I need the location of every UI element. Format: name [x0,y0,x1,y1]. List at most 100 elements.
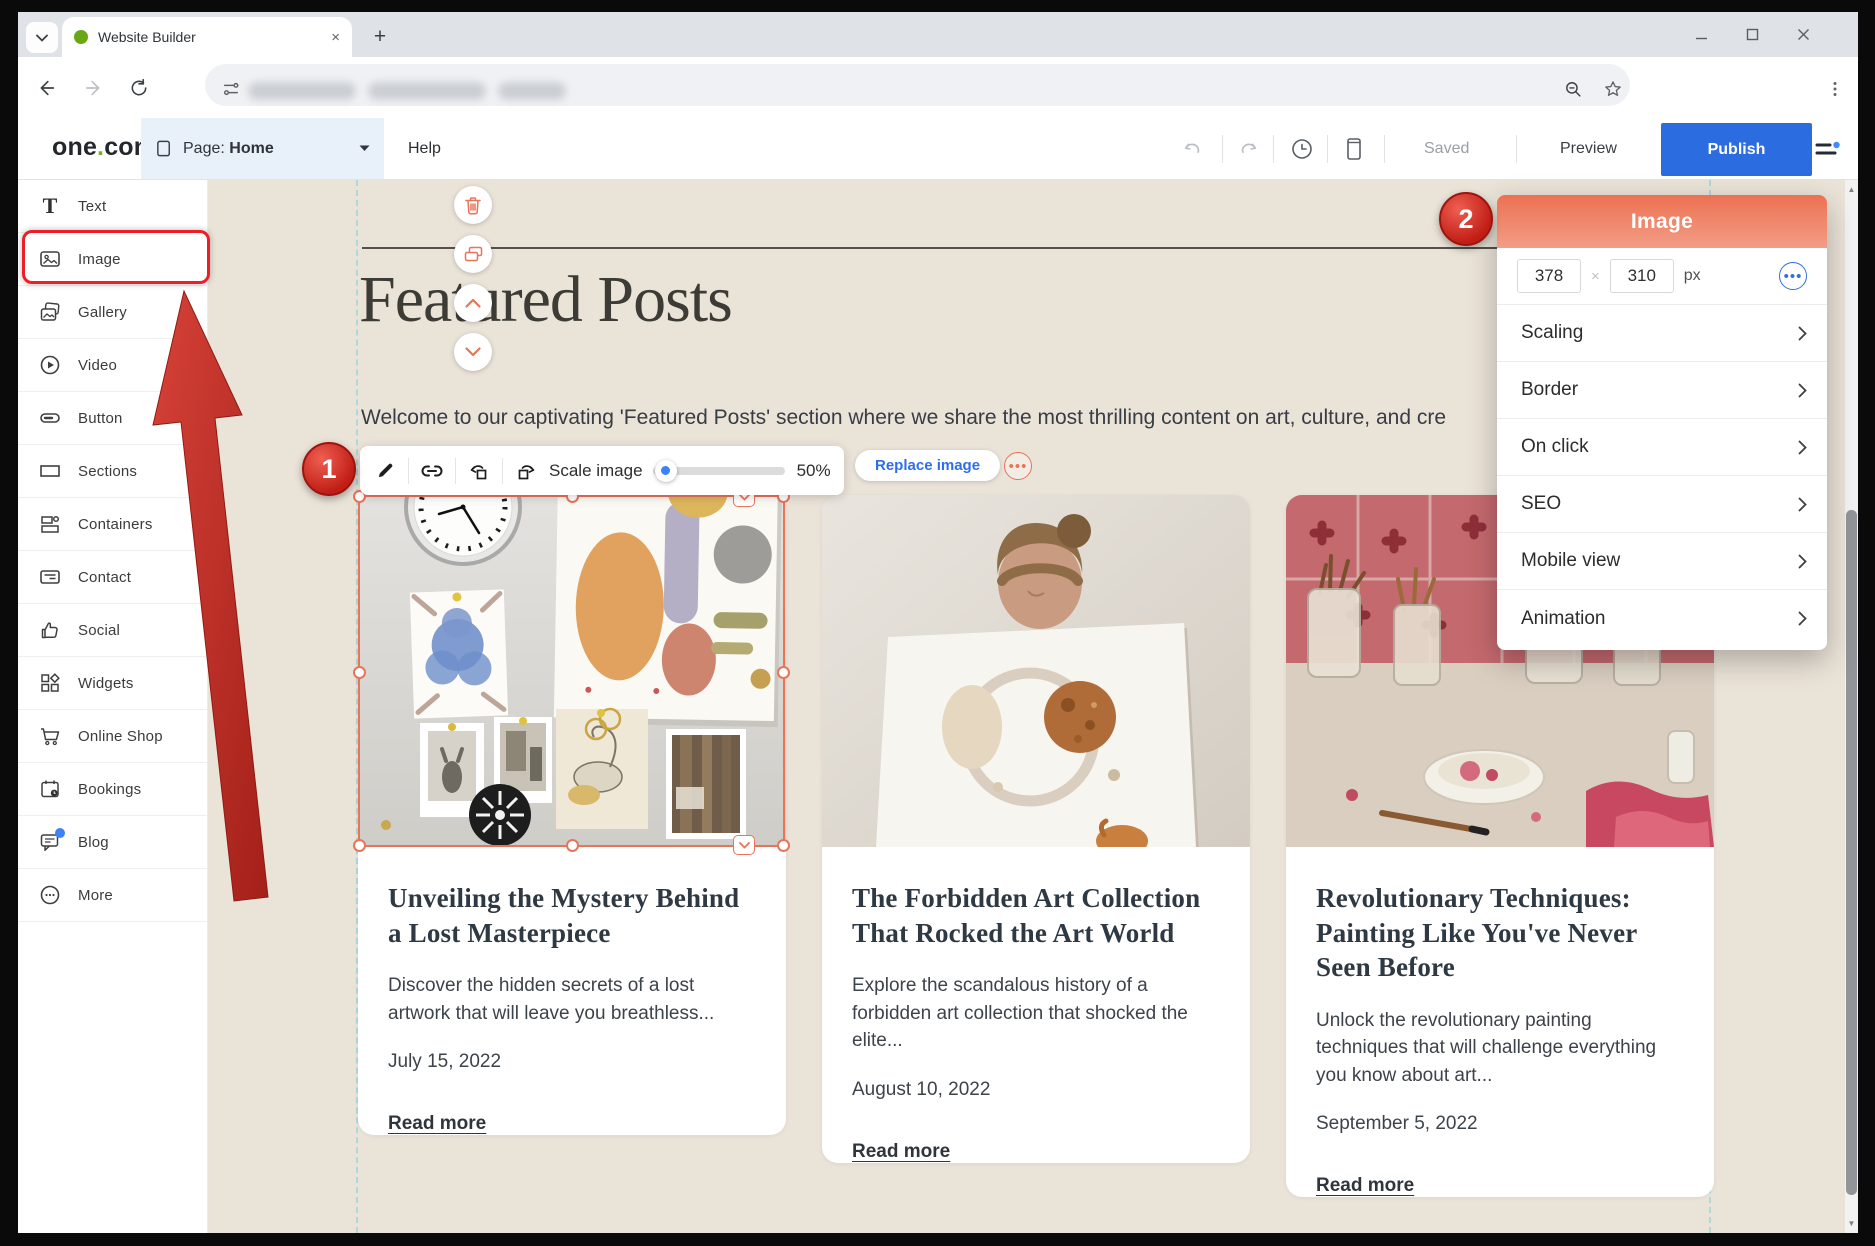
browser-tab[interactable]: Website Builder × [62,17,352,57]
move-element-up-button[interactable] [454,284,492,322]
duplicate-element-button[interactable] [454,235,492,273]
image-height-input[interactable] [1610,259,1674,293]
scrollbar-thumb[interactable] [1846,510,1857,1195]
bookings-icon [38,777,62,801]
blog-card-2-image[interactable] [822,495,1250,847]
sidebar-item-more[interactable]: More [18,869,207,922]
slider-thumb[interactable] [655,460,677,482]
sidebar-item-gallery[interactable]: Gallery [18,286,207,339]
browser-menu-kebab-icon[interactable] [1822,76,1848,102]
gallery-icon [38,300,62,324]
sidebar-item-button[interactable]: Button [18,392,207,445]
crop-handle-bottom[interactable] [733,835,755,855]
tab-title: Website Builder [98,29,331,45]
chevron-right-icon [1798,383,1807,398]
blog-card-3-date: September 5, 2022 [1316,1113,1684,1135]
builder-menu-icon[interactable] [1814,135,1842,163]
publish-button[interactable]: Publish [1661,123,1812,176]
social-thumbs-up-icon [38,618,62,642]
blog-card-2-date: August 10, 2022 [852,1079,1220,1101]
site-settings-icon[interactable] [218,76,244,102]
redacted-url-blob [248,82,356,100]
mobile-preview-icon[interactable] [1340,135,1368,163]
sidebar-item-blog[interactable]: Blog [18,816,207,869]
saved-status: Saved [1424,140,1469,158]
panel-item-scaling[interactable]: Scaling [1497,305,1827,362]
panel-item-seo[interactable]: SEO [1497,476,1827,533]
redo-icon[interactable] [1234,135,1262,163]
sections-icon [38,459,62,483]
link-icon[interactable] [419,458,445,484]
button-icon [38,406,62,430]
zoom-page-icon[interactable] [1560,76,1586,102]
replace-image-button[interactable]: Replace image [855,450,1000,481]
edit-pencil-icon[interactable] [372,458,398,484]
maximize-icon[interactable] [1746,28,1759,41]
reload-icon[interactable] [126,75,152,101]
back-icon[interactable] [33,75,59,101]
scale-image-slider[interactable] [653,467,785,475]
px-unit-label: px [1684,267,1701,285]
move-element-down-button[interactable] [454,333,492,371]
undo-icon[interactable] [1179,135,1207,163]
page-selector-dropdown[interactable]: Page: Home [141,118,384,179]
blog-card-2-excerpt: Explore the scandalous history of a forb… [852,972,1220,1055]
minimize-icon[interactable] [1695,28,1708,41]
panel-item-animation[interactable]: Animation [1497,590,1827,647]
help-button[interactable]: Help [408,140,441,158]
chevron-up-icon [465,298,481,308]
sidebar-item-social[interactable]: Social [18,604,207,657]
blog-card-2-read-more-link[interactable]: Read more [852,1141,950,1163]
page-scrollbar[interactable]: ▲ ▼ [1845,180,1858,1233]
resize-handle-bottom-right[interactable] [777,839,790,852]
image-width-input[interactable] [1517,259,1581,293]
image-properties-panel: Image × px ••• Scaling Border On click S… [1497,195,1827,650]
redacted-url-blob [498,82,566,100]
sidebar-item-contact[interactable]: Contact [18,551,207,604]
chevron-right-icon [1798,440,1807,455]
annotation-step-2: 2 [1439,192,1493,246]
blog-card-3-read-more-link[interactable]: Read more [1316,1175,1414,1197]
image-more-options-icon[interactable]: ••• [1004,452,1032,480]
resize-handle-bottom-left[interactable] [353,839,366,852]
bookmark-star-icon[interactable] [1600,76,1626,102]
panel-item-border[interactable]: Border [1497,362,1827,419]
chevron-right-icon [1798,326,1807,341]
sidebar-item-online-shop[interactable]: Online Shop [18,710,207,763]
sidebar-item-bookings[interactable]: Bookings [18,763,207,816]
panel-item-mobile-view[interactable]: Mobile view [1497,533,1827,590]
sidebar-item-text[interactable]: T Text [18,180,207,233]
blog-card-2[interactable]: The Forbidden Art Collection That Rocked… [822,495,1250,1163]
trash-icon [464,196,482,215]
resize-handle-bottom-mid[interactable] [566,839,579,852]
forward-icon[interactable] [81,75,107,101]
chevron-right-icon [1798,497,1807,512]
close-icon[interactable] [1797,28,1810,41]
new-tab-button[interactable]: + [366,23,394,51]
preview-button[interactable]: Preview [1560,140,1617,158]
more-icon [38,883,62,907]
scroll-up-icon[interactable]: ▲ [1845,182,1858,197]
rotate-right-icon[interactable] [513,458,539,484]
sidebar-item-widgets[interactable]: Widgets [18,657,207,710]
size-more-options-icon[interactable]: ••• [1779,262,1807,290]
site-heading: Featured Posts [359,262,732,338]
rotate-left-icon[interactable] [466,458,492,484]
resize-handle-mid-left[interactable] [353,666,366,679]
history-clock-icon[interactable] [1288,135,1316,163]
tab-search-chevron-button[interactable] [26,22,58,53]
scroll-down-icon[interactable]: ▼ [1845,1216,1858,1231]
sidebar-item-containers[interactable]: Containers [18,498,207,551]
blog-card-1-read-more-link[interactable]: Read more [388,1113,486,1135]
panel-item-on-click[interactable]: On click [1497,419,1827,476]
tab-close-icon[interactable]: × [331,29,340,46]
sidebar-item-sections[interactable]: Sections [18,445,207,498]
delete-element-button[interactable] [454,186,492,224]
redacted-url-blob [368,82,486,100]
times-glyph: × [1591,268,1600,285]
image-selection-frame[interactable] [358,495,785,847]
blog-card-1-excerpt: Discover the hidden secrets of a lost ar… [388,972,756,1027]
window-controls [1695,12,1810,57]
sidebar-item-video[interactable]: Video [18,339,207,392]
resize-handle-mid-right[interactable] [777,666,790,679]
